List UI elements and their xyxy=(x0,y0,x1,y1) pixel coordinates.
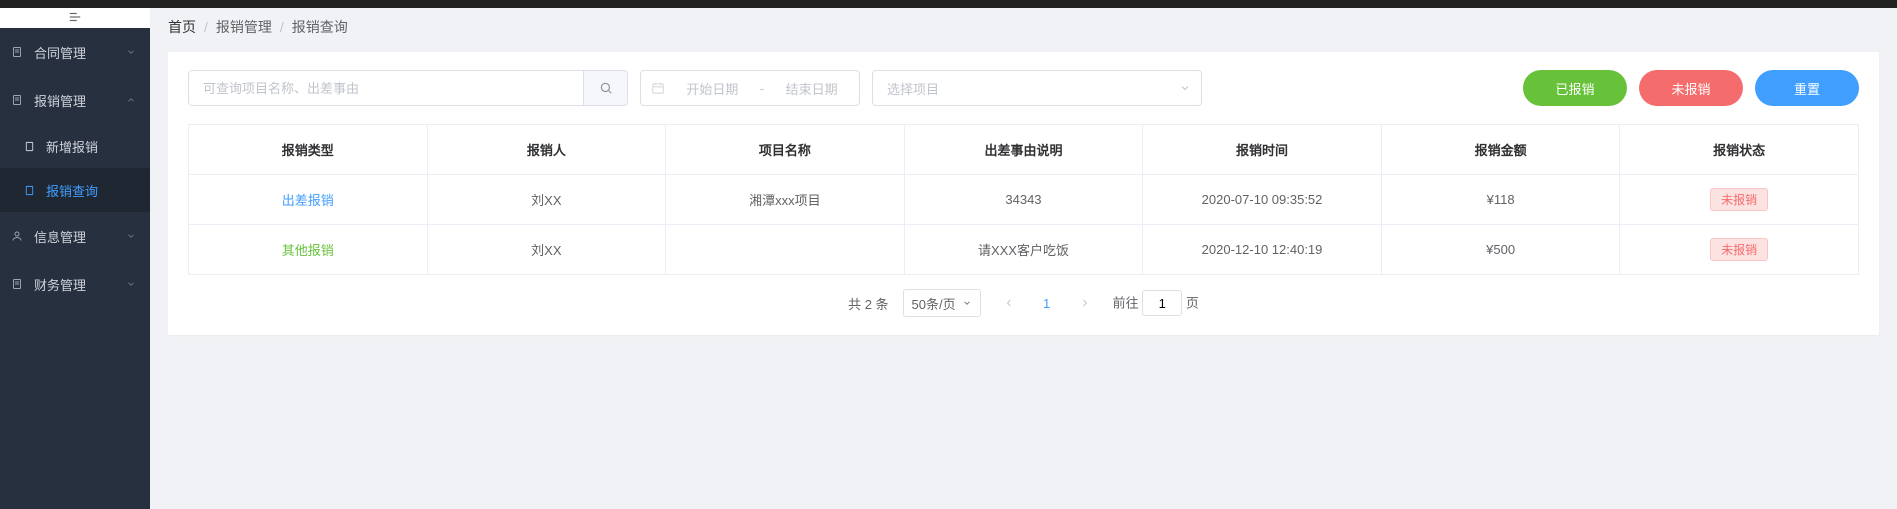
cell-type[interactable]: 出差报销 xyxy=(282,193,334,208)
status-badge: 未报销 xyxy=(1710,238,1768,261)
sidebar-group-label: 财务管理 xyxy=(34,275,126,294)
content-card: 开始日期 - 结束日期 选择项目 已报销 未报销 重置 报销类型 报销人 xyxy=(168,52,1879,335)
date-range-picker[interactable]: 开始日期 - 结束日期 xyxy=(640,70,860,106)
search-button[interactable] xyxy=(583,71,627,105)
page-icon xyxy=(22,183,36,197)
col-time: 报销时间 xyxy=(1143,125,1382,175)
page-size-select[interactable]: 50条/页 xyxy=(903,289,981,317)
cell-type[interactable]: 其他报销 xyxy=(282,243,334,258)
page-jump: 前往 页 xyxy=(1113,290,1199,316)
collapse-icon xyxy=(68,10,82,24)
chevron-down-icon xyxy=(126,279,136,289)
cell-time: 2020-07-10 09:35:52 xyxy=(1143,175,1382,225)
col-status: 报销状态 xyxy=(1620,125,1859,175)
page-prev-button[interactable] xyxy=(995,289,1023,317)
cell-person: 刘XX xyxy=(427,175,666,225)
chevron-down-icon xyxy=(1179,82,1191,94)
chevron-down-icon xyxy=(126,47,136,57)
search-input[interactable] xyxy=(189,71,583,105)
sidebar-group-contract[interactable]: 合同管理 xyxy=(0,28,150,76)
col-person: 报销人 xyxy=(427,125,666,175)
sidebar-group-finance[interactable]: 财务管理 xyxy=(0,260,150,308)
project-select[interactable]: 选择项目 xyxy=(872,70,1202,106)
sidebar-item-label: 报销查询 xyxy=(46,181,98,200)
calendar-icon xyxy=(651,81,665,95)
sidebar-group-label: 信息管理 xyxy=(34,227,126,246)
date-start-placeholder: 开始日期 xyxy=(675,79,750,98)
document-icon xyxy=(10,45,24,59)
cell-reason: 请XXX客户吃饭 xyxy=(904,225,1143,275)
cell-project: 湘潭xxx项目 xyxy=(666,175,905,225)
breadcrumb-home[interactable]: 首页 xyxy=(168,17,196,37)
cell-project xyxy=(666,225,905,275)
chevron-right-icon xyxy=(1079,297,1091,309)
user-icon xyxy=(10,229,24,243)
document-icon xyxy=(10,93,24,107)
table-row: 出差报销 刘XX 湘潭xxx项目 34343 2020-07-10 09:35:… xyxy=(189,175,1859,225)
search-box xyxy=(188,70,628,106)
pagination: 共 2 条 50条/页 1 前往 页 xyxy=(188,289,1859,317)
reimburse-table: 报销类型 报销人 项目名称 出差事由说明 报销时间 报销金额 报销状态 出差报销… xyxy=(188,124,1859,275)
page-next-button[interactable] xyxy=(1071,289,1099,317)
col-amount: 报销金额 xyxy=(1381,125,1620,175)
col-project: 项目名称 xyxy=(666,125,905,175)
cell-reason: 34343 xyxy=(904,175,1143,225)
cell-amount: ¥500 xyxy=(1381,225,1620,275)
chevron-down-icon xyxy=(962,298,972,308)
sidebar-toggle[interactable] xyxy=(0,6,150,28)
page-jump-input[interactable] xyxy=(1142,290,1182,316)
breadcrumb: 首页 / 报销管理 / 报销查询 xyxy=(150,8,1897,46)
cell-amount: ¥118 xyxy=(1381,175,1620,225)
chevron-left-icon xyxy=(1003,297,1015,309)
title-bar xyxy=(0,0,1897,8)
chevron-up-icon xyxy=(126,95,136,105)
sidebar-group-label: 报销管理 xyxy=(34,91,126,110)
page-number[interactable]: 1 xyxy=(1037,296,1057,311)
sidebar-item-new-reimburse[interactable]: 新增报销 xyxy=(0,124,150,168)
project-select-placeholder: 选择项目 xyxy=(887,79,939,98)
cell-time: 2020-12-10 12:40:19 xyxy=(1143,225,1382,275)
filter-undone-button[interactable]: 未报销 xyxy=(1639,70,1743,106)
sidebar-group-label: 合同管理 xyxy=(34,43,126,62)
search-icon xyxy=(599,81,613,95)
breadcrumb-section[interactable]: 报销管理 xyxy=(216,17,272,37)
col-type: 报销类型 xyxy=(189,125,428,175)
table-row: 其他报销 刘XX 请XXX客户吃饭 2020-12-10 12:40:19 ¥5… xyxy=(189,225,1859,275)
document-icon xyxy=(10,277,24,291)
sidebar-item-label: 新增报销 xyxy=(46,137,98,156)
pagination-total: 共 2 条 xyxy=(848,294,888,313)
status-badge: 未报销 xyxy=(1710,188,1768,211)
date-end-placeholder: 结束日期 xyxy=(774,79,849,98)
sidebar-group-reimburse[interactable]: 报销管理 xyxy=(0,76,150,124)
cell-person: 刘XX xyxy=(427,225,666,275)
sidebar: 合同管理 报销管理 新增报销 报销查询 信息管理 财务管理 xyxy=(0,0,150,509)
page-icon xyxy=(22,139,36,153)
chevron-down-icon xyxy=(126,231,136,241)
col-reason: 出差事由说明 xyxy=(904,125,1143,175)
breadcrumb-leaf: 报销查询 xyxy=(292,17,348,37)
sidebar-group-info[interactable]: 信息管理 xyxy=(0,212,150,260)
sidebar-item-query-reimburse[interactable]: 报销查询 xyxy=(0,168,150,212)
reset-button[interactable]: 重置 xyxy=(1755,70,1859,106)
filter-done-button[interactable]: 已报销 xyxy=(1523,70,1627,106)
